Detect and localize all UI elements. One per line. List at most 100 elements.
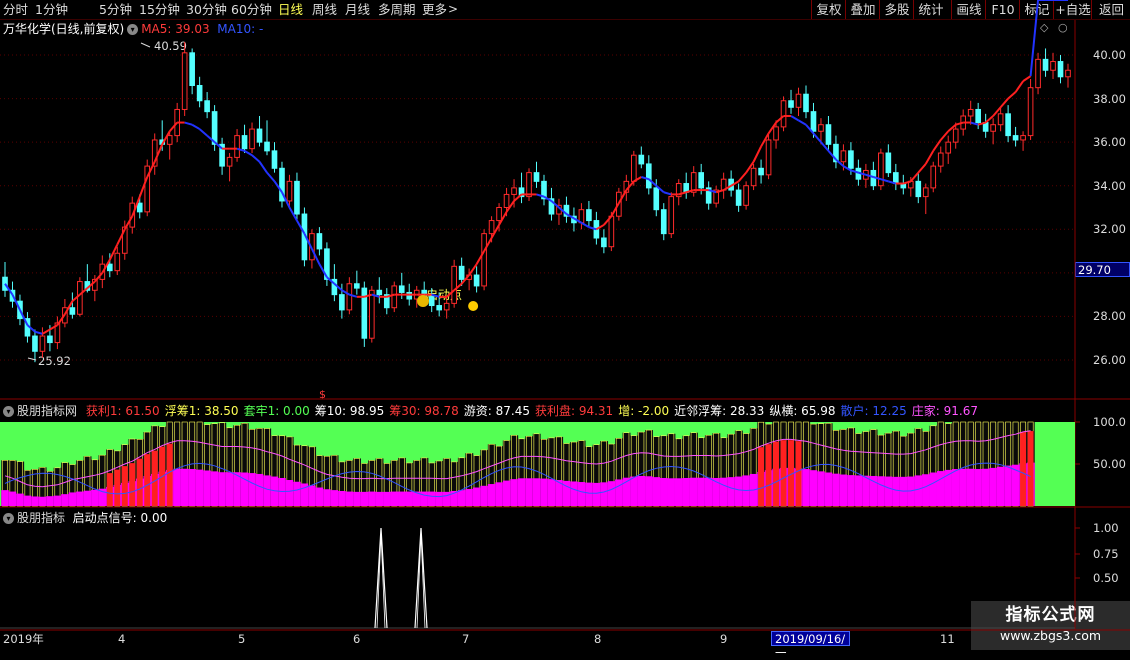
profit-chip-bar <box>293 481 302 506</box>
candle-body <box>286 180 293 202</box>
main-force-bar <box>166 443 173 506</box>
candle-body <box>975 108 981 124</box>
profit-chip-bar <box>323 489 332 506</box>
candle-body <box>234 135 240 158</box>
profit-chip-bar <box>442 491 451 506</box>
ma-line-segment <box>580 221 590 228</box>
profit-chip-bar <box>480 485 489 506</box>
profit-chip-bar <box>607 481 616 506</box>
ma-line-segment <box>939 130 949 141</box>
profit-chip-bar <box>727 477 736 506</box>
candle-body <box>204 100 210 113</box>
profit-chip-bar <box>427 491 436 506</box>
candle-body <box>271 150 278 169</box>
profit-chip-bar <box>308 485 317 506</box>
candle-body <box>488 220 495 235</box>
profit-chip-bar <box>188 469 197 506</box>
profit-chip-bar <box>600 482 609 506</box>
candle-body <box>316 233 323 250</box>
candle-body <box>189 52 195 86</box>
main-force-bar <box>114 469 121 506</box>
ma-line-segment <box>251 154 261 163</box>
profit-chip-bar <box>615 479 623 506</box>
profit-chip-bar <box>510 479 519 506</box>
profit-chip-bar <box>225 472 234 506</box>
ma-line-segment <box>999 97 1009 108</box>
profit-chip-bar <box>944 469 953 506</box>
candle-body <box>803 93 809 113</box>
profit-chip-bar <box>420 491 429 506</box>
candle-body <box>481 233 487 287</box>
profit-chip-bar <box>285 480 294 506</box>
profit-chip-bar <box>652 477 661 506</box>
profit-chip-bar <box>8 491 17 506</box>
candle-body <box>645 163 652 189</box>
profit-chip-bar <box>472 487 481 506</box>
kline-chart[interactable] <box>0 0 1130 650</box>
profit-chip-bar <box>353 491 361 506</box>
candle-body <box>967 108 974 117</box>
candle-body <box>428 296 435 307</box>
profit-chip-bar <box>525 478 534 506</box>
candle-body <box>39 335 46 352</box>
ma-line-segment <box>34 330 43 335</box>
profit-chip-bar <box>922 474 930 506</box>
candle-body <box>818 124 824 132</box>
profit-chip-bar <box>46 496 55 506</box>
candle-body <box>1042 58 1049 71</box>
ma-line-segment <box>917 163 927 174</box>
profit-chip-bar <box>689 477 698 506</box>
profit-chip-bar <box>532 478 541 506</box>
main-force-bar <box>795 441 802 506</box>
candle-body <box>743 185 749 206</box>
profit-chip-bar <box>330 490 339 506</box>
candle-body <box>69 307 76 315</box>
profit-chip-bar <box>517 478 526 506</box>
candle-body <box>226 156 233 167</box>
profit-chip-bar <box>734 476 743 506</box>
ma-line-segment <box>737 171 747 183</box>
ma-line-segment <box>798 119 807 126</box>
profit-chip-bar <box>203 470 212 506</box>
candle-body <box>945 141 952 154</box>
candle-body <box>750 167 757 187</box>
profit-chip-bar <box>345 491 354 506</box>
candle-body <box>825 124 832 145</box>
candle-body <box>586 209 592 222</box>
profit-chip-bar <box>847 475 856 506</box>
candle-body <box>915 180 922 198</box>
profit-chip-bar <box>981 468 990 506</box>
candle-body <box>638 154 645 165</box>
candle-body <box>451 265 457 304</box>
profit-chip-bar <box>1004 465 1013 506</box>
profit-chip-bar <box>31 496 40 506</box>
candle-body <box>840 150 847 163</box>
candle-body <box>630 154 637 182</box>
candle-body <box>376 289 383 296</box>
candle-body <box>893 172 899 185</box>
candle-body <box>294 180 300 215</box>
profit-chip-bar <box>195 469 204 506</box>
ma-line-segment <box>752 146 762 163</box>
candle-body <box>241 135 248 150</box>
profit-chip-bar <box>577 482 586 506</box>
candle-body <box>952 128 959 143</box>
main-force-bar <box>1020 432 1027 506</box>
ma-line-segment <box>910 171 920 183</box>
ma-line-segment <box>258 161 268 174</box>
candle-body <box>788 100 794 108</box>
candle-body <box>601 237 607 248</box>
butterfly-icon <box>468 301 479 311</box>
profit-chip-bar <box>914 475 923 506</box>
profit-chip-bar <box>996 466 1005 506</box>
main-force-bar <box>144 454 151 506</box>
profit-chip-bar <box>495 482 504 506</box>
main-force-bar <box>758 447 765 506</box>
ma-line-segment <box>1014 80 1024 93</box>
money-bag-icon <box>417 295 429 307</box>
candle-body <box>458 265 465 280</box>
profit-chip-bar <box>877 476 885 506</box>
candle-body <box>354 283 360 289</box>
profit-chip-bar <box>278 477 287 506</box>
profit-chip-bar <box>398 491 406 506</box>
